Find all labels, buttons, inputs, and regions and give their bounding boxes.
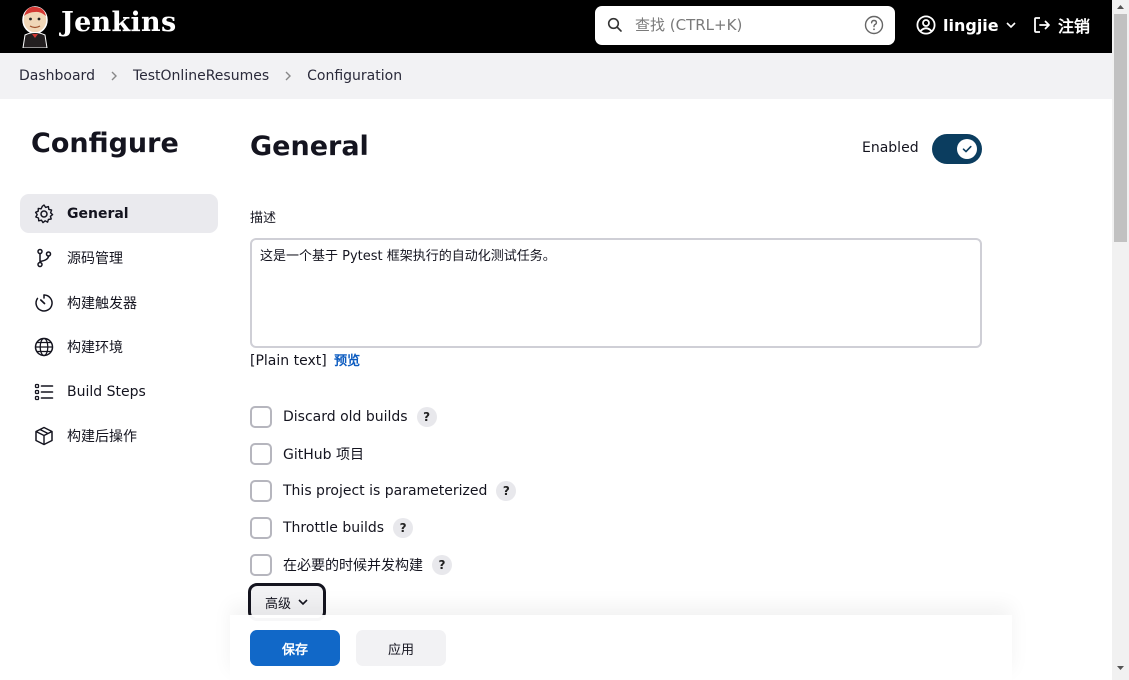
user-name: lingjie — [943, 15, 999, 35]
user-avatar-icon — [916, 15, 936, 35]
search-input[interactable] — [635, 14, 855, 36]
breadcrumb-dashboard[interactable]: Dashboard — [19, 68, 95, 84]
checkmark-icon — [962, 145, 972, 153]
option-github-project: GitHub 项目 — [250, 435, 516, 472]
option-label[interactable]: 在必要的时候并发构建 — [283, 555, 423, 575]
sidebar-item-scm[interactable]: 源码管理 — [20, 239, 218, 278]
jenkins-logo-icon[interactable] — [18, 4, 52, 48]
enabled-label: Enabled — [862, 140, 919, 156]
options-list: Discard old builds ? GitHub 项目 This proj… — [250, 398, 517, 583]
chevron-right-icon — [109, 70, 119, 82]
logout-button[interactable]: 注销 — [1032, 12, 1090, 38]
help-icon[interactable] — [864, 15, 884, 35]
branch-icon — [33, 247, 55, 269]
scroll-up-arrow-icon[interactable] — [1116, 3, 1125, 11]
sidebar-item-label: General — [67, 205, 129, 222]
sidebar-item-post-build[interactable]: 构建后操作 — [20, 417, 218, 456]
plain-text-hint: [Plain text] 预览 — [250, 350, 360, 369]
logout-label: 注销 — [1058, 17, 1091, 36]
save-button[interactable]: 保存 — [250, 630, 340, 666]
sidebar-item-label: 构建环境 — [67, 340, 123, 356]
description-field[interactable] — [250, 238, 982, 348]
option-label[interactable]: Throttle builds — [283, 520, 384, 536]
scroll-down-arrow-icon[interactable] — [1116, 664, 1125, 672]
sidebar-item-build-triggers[interactable]: 构建触发器 — [20, 283, 218, 322]
section-title: General — [250, 131, 369, 162]
discard-old-builds-checkbox[interactable] — [250, 405, 272, 428]
option-label[interactable]: Discard old builds — [283, 409, 408, 425]
plain-text-label: [Plain text] — [250, 353, 327, 369]
sidebar-title: Configure — [31, 128, 179, 159]
option-throttle-builds: Throttle builds ? — [250, 509, 516, 546]
option-discard-old-builds: Discard old builds ? — [250, 398, 516, 435]
chevron-down-icon — [297, 596, 309, 608]
sidebar-item-build-steps[interactable]: Build Steps — [20, 372, 218, 411]
help-button[interactable]: ? — [393, 517, 414, 538]
breadcrumb-project[interactable]: TestOnlineResumes — [133, 68, 269, 84]
brand-name[interactable]: Jenkins — [61, 7, 176, 38]
github-project-checkbox[interactable] — [250, 442, 272, 465]
parameterized-checkbox[interactable] — [250, 479, 272, 502]
user-menu[interactable]: lingjie — [916, 12, 1017, 38]
sidebar-item-build-environment[interactable]: 构建环境 — [20, 328, 218, 367]
bottom-action-bar — [230, 615, 1012, 680]
help-button[interactable]: ? — [416, 406, 437, 427]
enabled-toggle[interactable] — [932, 134, 982, 164]
breadcrumb-configuration[interactable]: Configuration — [307, 68, 402, 84]
option-label[interactable]: This project is parameterized — [283, 483, 487, 499]
apply-button[interactable]: 应用 — [356, 630, 446, 666]
sidebar-nav: General 源码管理 构建触发器 构建环境 Build Steps 构建后操… — [20, 194, 218, 461]
option-label[interactable]: GitHub 项目 — [283, 444, 364, 464]
sidebar-item-label: 源码管理 — [67, 251, 123, 267]
help-button[interactable]: ? — [496, 480, 517, 501]
list-icon — [33, 381, 55, 403]
gear-icon — [33, 203, 55, 225]
sidebar-item-label: Build Steps — [67, 383, 146, 400]
globe-icon — [33, 336, 55, 358]
toggle-knob — [957, 139, 977, 159]
search-icon — [607, 17, 622, 32]
chevron-down-icon — [1006, 22, 1016, 29]
timer-icon — [33, 292, 55, 314]
breadcrumb: Dashboard TestOnlineResumes Configuratio… — [0, 53, 1112, 99]
package-icon — [33, 425, 55, 447]
throttle-builds-checkbox[interactable] — [250, 516, 272, 539]
vertical-scrollbar[interactable] — [1112, 0, 1129, 680]
sidebar-item-label: 构建触发器 — [67, 295, 137, 312]
top-header: Jenkins lingjie 注销 — [0, 0, 1112, 53]
scrollbar-thumb[interactable] — [1114, 14, 1127, 242]
advanced-label: 高级 — [264, 596, 291, 612]
option-concurrent-builds: 在必要的时候并发构建 ? — [250, 546, 516, 583]
concurrent-builds-checkbox[interactable] — [250, 553, 272, 576]
option-parameterized: This project is parameterized ? — [250, 472, 517, 509]
search-box[interactable] — [595, 6, 895, 45]
sidebar-item-label: 构建后操作 — [67, 429, 137, 445]
chevron-right-icon — [283, 70, 293, 82]
description-label: 描述 — [250, 211, 277, 226]
logout-icon — [1034, 17, 1050, 33]
sidebar-item-general[interactable]: General — [20, 194, 218, 233]
help-button[interactable]: ? — [432, 554, 452, 575]
preview-link[interactable]: 预览 — [334, 354, 360, 369]
